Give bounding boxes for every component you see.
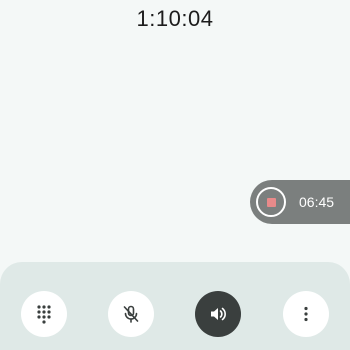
dialpad-icon (37, 305, 51, 324)
recording-elapsed-time: 06:45 (299, 194, 335, 210)
record-stop-icon (266, 197, 276, 207)
call-duration: 1:10:04 (136, 6, 214, 31)
dialpad-button[interactable] (21, 291, 67, 337)
mute-button[interactable] (108, 291, 154, 337)
more-vertical-icon (304, 306, 308, 322)
mic-off-icon (123, 305, 139, 323)
call-controls-panel (0, 262, 350, 350)
speaker-button[interactable] (195, 291, 241, 337)
more-options-button[interactable] (283, 291, 329, 337)
stop-recording-button[interactable] (256, 187, 286, 217)
speaker-icon (211, 307, 226, 321)
in-call-screen: 1:10:04 06:45 (0, 0, 350, 350)
recording-pill: 06:45 (250, 180, 350, 224)
